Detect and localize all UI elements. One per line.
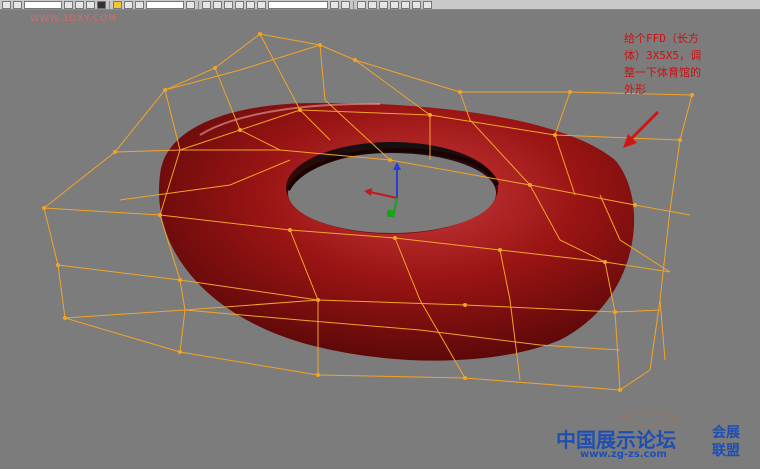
toolbar-separator — [109, 0, 110, 9]
alliance-logo: 会展 联盟 — [712, 424, 756, 460]
toolbar-button[interactable] — [86, 0, 95, 9]
toolbar-button[interactable] — [257, 0, 266, 9]
toolbar-button[interactable] — [64, 0, 73, 9]
main-toolbar — [0, 0, 760, 10]
rotate-icon[interactable] — [124, 0, 133, 9]
alliance-line: 会展 — [712, 425, 740, 441]
named-selection-dropdown[interactable] — [268, 0, 328, 9]
forum-url: www.zg-zs.com — [580, 449, 667, 460]
annotation-line: 给个FFD（长方 — [624, 32, 699, 45]
pivot-icon[interactable] — [186, 0, 195, 9]
render-setup-icon[interactable] — [401, 0, 410, 9]
toolbar-button[interactable] — [235, 0, 244, 9]
alliance-line: 联盟 — [712, 443, 740, 459]
material-editor-icon[interactable] — [390, 0, 399, 9]
toolbar-button[interactable] — [246, 0, 255, 9]
toolbar-separator — [353, 0, 354, 9]
toolbar-button[interactable] — [224, 0, 233, 9]
curve-editor-icon[interactable] — [368, 0, 377, 9]
toolbar-button[interactable] — [97, 0, 106, 9]
render-icon[interactable] — [412, 0, 421, 9]
toolbar-button[interactable] — [75, 0, 84, 9]
instruction-annotation: 给个FFD（长方 体）3X5X5，调 整一下体育馆的 外形 — [624, 30, 754, 98]
toolbar-button[interactable] — [13, 0, 22, 9]
toolbar-separator — [198, 0, 199, 9]
red-arrow-icon — [623, 110, 660, 148]
toolbar-button[interactable] — [213, 0, 222, 9]
scale-icon[interactable] — [135, 0, 144, 9]
mirror-icon[interactable] — [330, 0, 339, 9]
align-icon[interactable] — [341, 0, 350, 9]
reference-coordinate-dropdown[interactable] — [146, 0, 184, 9]
annotation-line: 外形 — [624, 83, 646, 96]
layer-icon[interactable] — [357, 0, 366, 9]
quick-render-icon[interactable] — [423, 0, 432, 9]
toolbar-button[interactable] — [202, 0, 211, 9]
annotation-line: 体）3X5X5，调 — [624, 49, 702, 62]
site-watermark: WWW.3DXY.COM — [30, 14, 118, 24]
select-move-icon[interactable] — [113, 0, 122, 9]
torus-object[interactable] — [158, 102, 635, 361]
toolbar-button[interactable] — [2, 0, 11, 9]
schematic-view-icon[interactable] — [379, 0, 388, 9]
selection-filter-dropdown[interactable] — [24, 0, 62, 9]
annotation-line: 整一下体育馆的 — [624, 66, 701, 79]
